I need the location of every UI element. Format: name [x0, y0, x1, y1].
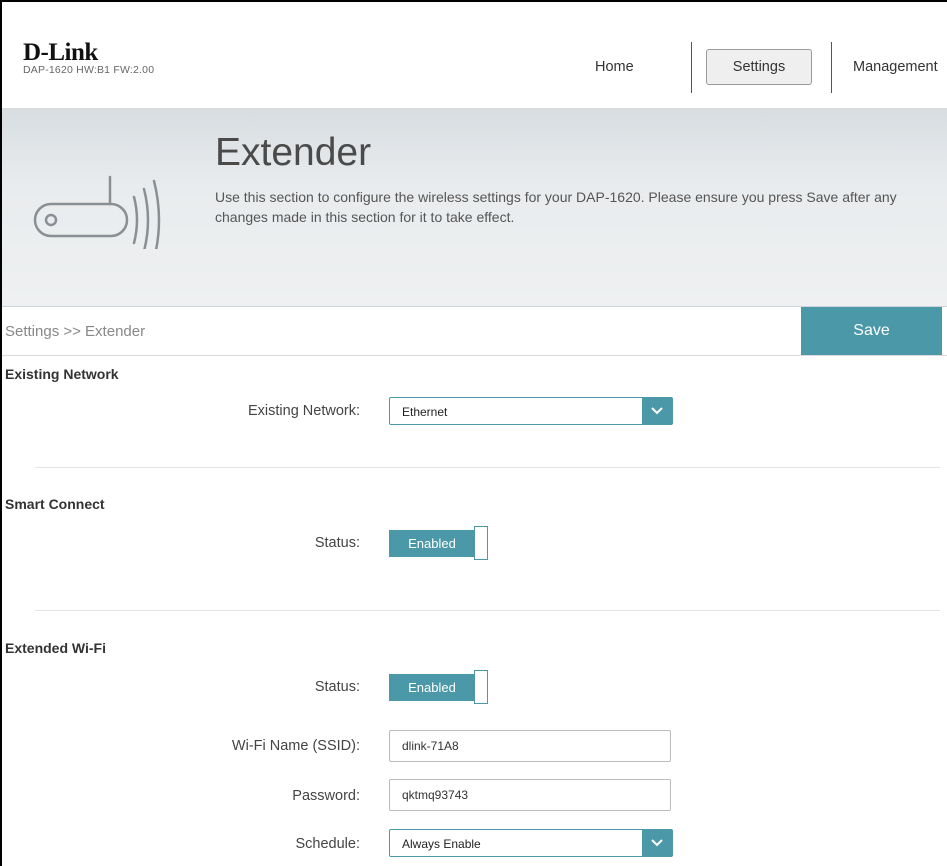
smart-connect-toggle[interactable]: Enabled: [389, 526, 491, 564]
existing-network-select[interactable]: Ethernet: [389, 397, 673, 425]
section-divider: [35, 610, 940, 611]
chevron-down-icon: [642, 398, 672, 424]
nav-management[interactable]: Management: [853, 59, 938, 75]
nav-divider: [691, 42, 692, 93]
password-label: Password:: [292, 788, 360, 804]
extender-icon: [33, 175, 161, 249]
nav-settings[interactable]: Settings: [706, 49, 812, 85]
extended-wifi-status-label: Status:: [314, 679, 360, 695]
section-divider: [35, 467, 940, 468]
nav-divider: [831, 42, 832, 93]
schedule-label: Schedule:: [295, 836, 361, 852]
section-title-extended-wifi: Extended Wi-Fi: [5, 640, 106, 656]
schedule-select[interactable]: Always Enable: [389, 829, 673, 857]
section-title-existing-network: Existing Network: [5, 366, 119, 382]
breadcrumb: Settings >> Extender: [5, 323, 146, 340]
nav-home[interactable]: Home: [595, 59, 634, 75]
top-header: D-Link DAP-1620 HW:B1 FW:2.00 Home Setti…: [2, 2, 947, 109]
toggle-knob: [474, 670, 488, 704]
toggle-knob: [474, 526, 488, 560]
dlink-logo: D-Link: [23, 39, 98, 66]
schedule-value: Always Enable: [402, 837, 481, 851]
smart-connect-status-value: Enabled: [389, 530, 475, 557]
existing-network-label: Existing Network:: [247, 403, 360, 419]
ssid-input[interactable]: [389, 730, 671, 762]
extended-wifi-toggle[interactable]: Enabled: [389, 670, 491, 708]
device-info: DAP-1620 HW:B1 FW:2.00: [23, 64, 155, 76]
existing-network-value: Ethernet: [402, 405, 448, 419]
page-banner: Extender Use this section to configure t…: [2, 109, 947, 307]
section-title-smart-connect: Smart Connect: [5, 496, 105, 512]
password-input[interactable]: [389, 779, 671, 811]
smart-connect-status-label: Status:: [314, 535, 360, 551]
page: D-Link DAP-1620 HW:B1 FW:2.00 Home Setti…: [0, 0, 947, 866]
page-title: Extender: [215, 131, 372, 174]
breadcrumb-bar: Settings >> Extender Save: [2, 307, 947, 356]
save-button[interactable]: Save: [801, 307, 942, 355]
extended-wifi-status-value: Enabled: [389, 674, 475, 701]
ssid-label: Wi-Fi Name (SSID):: [231, 738, 360, 754]
chevron-down-icon: [642, 830, 672, 856]
page-description: Use this section to configure the wirele…: [215, 189, 897, 225]
